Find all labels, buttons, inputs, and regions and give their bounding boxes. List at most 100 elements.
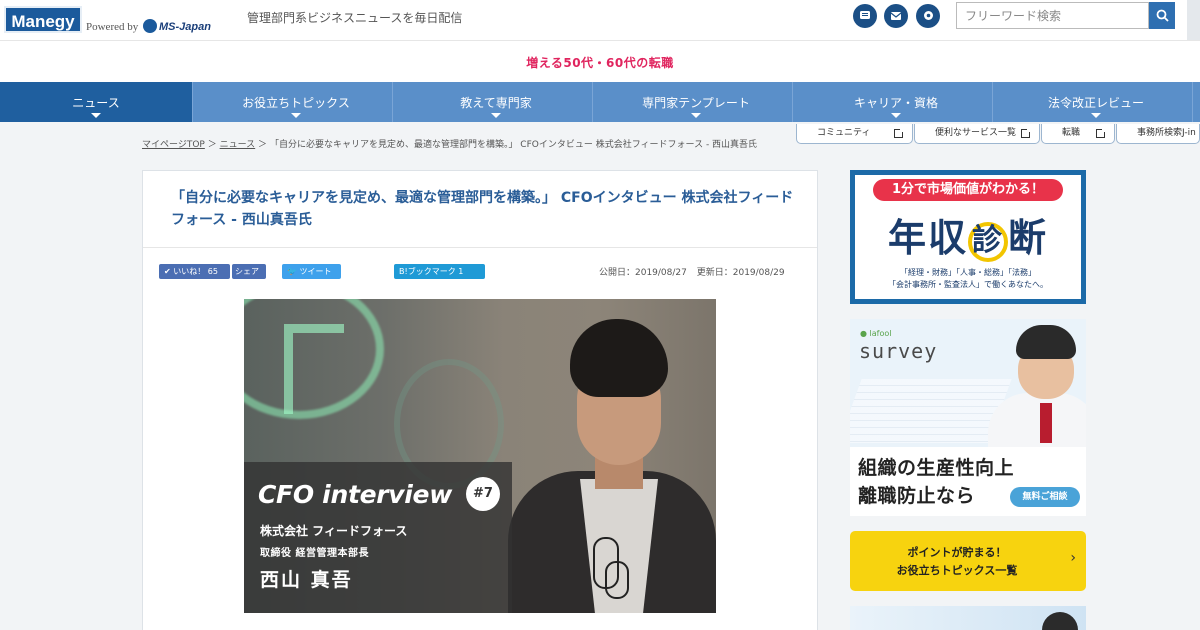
nav-item-career[interactable]: キャリア・資格 <box>800 82 993 122</box>
nav-item-experts[interactable]: 教えて専門家 <box>400 82 593 122</box>
published-date: 公開日：2019/08/27 <box>599 268 687 278</box>
nav-label: キャリア・資格 <box>853 96 938 110</box>
breadcrumb-current: 「自分に必要なキャリアを見定め、最適な管理部門を構築。」 CFOインタビュー 株… <box>269 140 758 150</box>
caret-down-icon <box>891 113 901 118</box>
ad-headline: 1分で市場価値がわかる！ <box>873 179 1063 201</box>
chat-icon[interactable] <box>853 4 877 28</box>
nav-item-topics[interactable]: お役立ちトピックス <box>200 82 393 122</box>
search-input[interactable] <box>956 2 1149 29</box>
person-hair <box>1016 325 1076 359</box>
lafool-survey-ad[interactable]: ● lafool survey 組織の生産性向上 離職防止なら 無料ご相談 <box>850 319 1086 516</box>
chevron-right-icon: › <box>1070 550 1076 566</box>
ad-main-part: 診 <box>972 222 1004 258</box>
hatena-bookmark-button[interactable]: B!ブックマーク 1 <box>394 264 485 279</box>
external-link-icon <box>1096 127 1107 138</box>
nav-item-templates[interactable]: 専門家テンプレート <box>600 82 793 122</box>
hero-caption-overlay: CFO interview #7 株式会社 フィードフォース 取締役 経営管理本… <box>244 462 512 613</box>
top-header: Manegy Powered by MS-Japan 管理部門系ビジネスニュース… <box>0 0 1200 40</box>
community-link[interactable]: コミュニティ <box>796 124 913 144</box>
magnifier-icon: 診 <box>968 221 1008 262</box>
banner-line: お役立ちトピックス一覧 <box>896 564 1018 577</box>
pill-label: 転職 <box>1062 128 1081 138</box>
hero-episode-badge: #7 <box>466 477 500 511</box>
ad-subtext: 「会計事務所・監査法人」で働くあなたへ。 <box>888 280 1048 289</box>
neon-sign-graphic <box>284 324 344 414</box>
ad-inner: 1分で市場価値がわかる！ 年収診断 「経理・財務」「人事・総務」「法務」 「会計… <box>855 175 1081 299</box>
article-dates: 公開日：2019/08/27 更新日：2019/08/29 <box>599 265 785 278</box>
nav-label: 教えて専門家 <box>460 96 532 110</box>
caret-down-icon <box>291 113 301 118</box>
facebook-share-button[interactable]: シェア <box>232 264 266 279</box>
banner-line: ポイントが貯まる！ <box>907 546 1007 559</box>
like-thumb-icon: ✔ <box>164 267 174 276</box>
ad-brand: ● lafool <box>860 329 892 338</box>
nav-label: ニュース <box>72 96 120 110</box>
ms-japan-logo-icon <box>143 19 157 33</box>
caret-down-icon <box>91 113 101 118</box>
person-hair <box>1042 612 1078 630</box>
ad-main-part: 断 <box>1008 215 1049 260</box>
free-consult-button[interactable]: 無料ご相談 <box>1010 487 1080 507</box>
nav-item-law-review[interactable]: 法令改正レビュー <box>1000 82 1193 122</box>
main-nav: ニュース お役立ちトピックス 教えて専門家 専門家テンプレート キャリア・資格 … <box>0 82 1200 122</box>
sidebar-ad-partial[interactable] <box>850 606 1086 630</box>
breadcrumb-separator: ＞ <box>207 140 217 150</box>
points-topics-banner[interactable]: ポイントが貯まる！ お役立ちトピックス一覧 › <box>850 531 1086 591</box>
external-link-icon <box>894 127 905 138</box>
pill-label: 便利なサービス一覧 <box>935 128 1017 138</box>
promo-text[interactable]: 増える50代・60代の転職 <box>526 54 674 71</box>
ad-text-panel: 組織の生産性向上 離職防止なら 無料ご相談 <box>850 447 1086 516</box>
updated-date: 更新日：2019/08/29 <box>696 268 785 278</box>
nav-item-news[interactable]: ニュース <box>0 82 193 122</box>
site-tagline: 管理部門系ビジネスニュースを毎日配信 <box>247 11 463 25</box>
hero-company: 株式会社 フィードフォース <box>260 524 408 538</box>
nav-label: 法令改正レビュー <box>1047 96 1144 110</box>
tweet-label: ツイート <box>299 267 332 276</box>
article-card: 「自分に必要なキャリアを見定め、最適な管理部門を構築。」 CFOインタビュー 株… <box>142 170 818 630</box>
office-search-link[interactable]: 事務所検索J-in <box>1116 124 1200 144</box>
facebook-like-button[interactable]: ✔ いいね！ 65 <box>159 264 230 279</box>
salary-diagnosis-ad[interactable]: 1分で市場価値がわかる！ 年収診断 「経理・財務」「人事・総務」「法務」 「会計… <box>850 170 1086 304</box>
pill-label: コミュニティ <box>817 128 871 138</box>
promo-banner[interactable]: 増える50代・60代の転職 <box>0 40 1200 82</box>
ad-main-part: 年収 <box>887 215 968 260</box>
search-icon <box>1156 9 1169 22</box>
ad-line: 組織の生産性向上 <box>858 457 1015 479</box>
nav-label: お役立ちトピックス <box>242 96 350 110</box>
powered-by-label: Powered by <box>86 21 139 33</box>
caret-down-icon <box>491 113 501 118</box>
ad-line: 離職防止なら <box>858 485 976 507</box>
tweet-button[interactable]: 🐦 ツイート <box>282 264 341 279</box>
ad-subtext: 「経理・財務」「人事・総務」「法務」 <box>900 268 1036 277</box>
nav-label: 専門家テンプレート <box>642 96 750 110</box>
article-title: 「自分に必要なキャリアを見定め、最適な管理部門を構築。」 CFOインタビュー 株… <box>171 190 794 228</box>
person-body <box>988 393 1086 453</box>
job-change-link[interactable]: 転職 <box>1041 124 1115 144</box>
glasses-graphic <box>605 561 629 599</box>
mail-icon[interactable] <box>884 4 908 28</box>
hero-name: 西山 真吾 <box>260 569 353 591</box>
breadcrumb-news[interactable]: ニュース <box>220 140 256 150</box>
external-link-icon <box>1021 127 1032 138</box>
like-label: いいね！ 65 <box>173 267 218 276</box>
pill-label: 事務所検索J-in <box>1137 128 1196 138</box>
breadcrumb-separator: ＞ <box>258 140 268 150</box>
person-photo <box>980 325 1086 453</box>
hero-role: 取締役 経営管理本部長 <box>260 548 369 559</box>
search-button[interactable] <box>1149 2 1175 29</box>
ad-main-text: 年収診断 <box>855 207 1081 262</box>
services-link[interactable]: 便利なサービス一覧 <box>914 124 1040 144</box>
gear-icon[interactable] <box>916 4 940 28</box>
caret-down-icon <box>1091 113 1101 118</box>
person-hair <box>570 319 668 397</box>
site-logo[interactable]: Manegy <box>4 6 82 33</box>
twitter-bird-icon: 🐦 <box>287 267 300 276</box>
caret-down-icon <box>691 113 701 118</box>
hero-caption-title: CFO interview <box>258 480 453 509</box>
person-tie <box>1040 403 1052 443</box>
ms-japan-label[interactable]: MS-Japan <box>159 21 211 33</box>
ad-product-name: survey <box>859 339 938 363</box>
breadcrumb: マイページTOP ＞ ニュース ＞ 「自分に必要なキャリアを見定め、最適な管理部… <box>142 137 802 150</box>
breadcrumb-home[interactable]: マイページTOP <box>142 140 205 150</box>
hero-image: CFO interview #7 株式会社 フィードフォース 取締役 経営管理本… <box>244 299 716 613</box>
